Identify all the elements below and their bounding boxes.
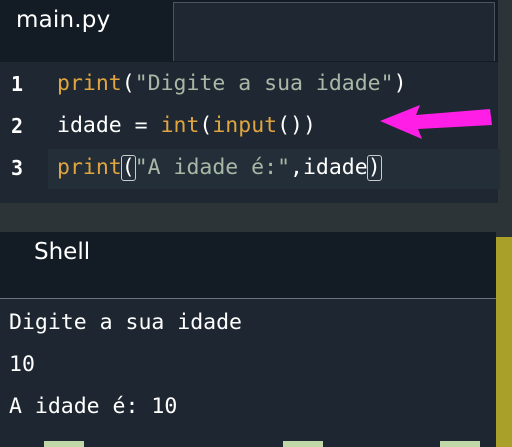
decorative-strip xyxy=(440,441,480,447)
code-editor: main.py 1 print("Digite a sua idade") 2 … xyxy=(0,0,500,203)
line-number: 2 xyxy=(11,114,24,138)
line-number: 3 xyxy=(11,156,24,180)
shell-output[interactable]: Digite a sua idade 10 A idade é: 10 xyxy=(0,299,496,447)
token-string: "Digite a sua idade" xyxy=(134,71,394,96)
matched-bracket: ( xyxy=(120,155,136,181)
arrow-left-icon xyxy=(380,105,492,139)
token-paren: ) xyxy=(393,71,407,96)
line-code: idade = int(input()) xyxy=(57,113,316,138)
matched-bracket: ) xyxy=(366,155,382,181)
line-number: 1 xyxy=(11,72,24,96)
token-keyword: print xyxy=(57,155,122,180)
token-string: "A idade é:" xyxy=(134,155,291,180)
decorative-strip xyxy=(283,441,323,447)
decorative-stripe xyxy=(494,237,512,447)
decorative-strip xyxy=(44,441,84,447)
token-variable: ,idade xyxy=(290,155,368,180)
code-line[interactable]: 1 print("Digite a sua idade") xyxy=(0,68,498,101)
tab-main-py[interactable]: main.py xyxy=(0,0,172,62)
editor-tab-bar: main.py xyxy=(0,0,498,62)
output-line: Digite a sua idade xyxy=(9,310,242,335)
token-variable: idade = xyxy=(57,113,161,138)
token-paren: ( xyxy=(121,71,135,96)
shell-header: Shell xyxy=(0,232,496,298)
token-keyword: input xyxy=(212,113,278,138)
token-keyword: print xyxy=(57,71,122,96)
code-line-current[interactable]: 3 print("A idade é:",idade) xyxy=(0,149,500,189)
output-line: 10 xyxy=(9,352,35,377)
output-line: A idade é: 10 xyxy=(9,394,178,419)
shell-panel: Shell Digite a sua idade 10 A idade é: 1… xyxy=(0,232,496,447)
shell-title: Shell xyxy=(34,239,91,265)
token-paren: ()) xyxy=(277,113,316,138)
token-paren: ( xyxy=(199,113,213,138)
empty-tab-area xyxy=(173,2,495,61)
line-code: print("Digite a sua idade") xyxy=(57,71,407,96)
line-code: print("A idade é:",idade) xyxy=(57,155,382,181)
tab-label: main.py xyxy=(16,7,111,33)
token-keyword: int xyxy=(160,113,200,138)
